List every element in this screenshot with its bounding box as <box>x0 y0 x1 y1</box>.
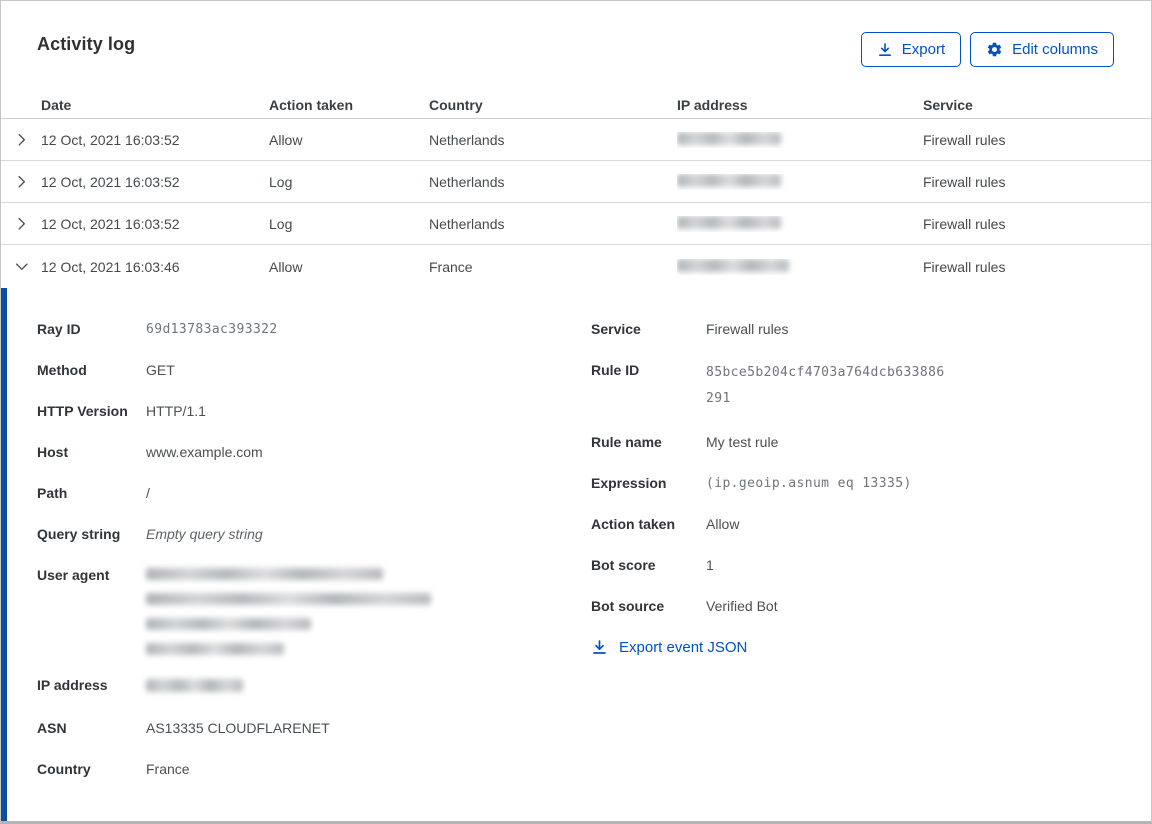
table-row-expanded[interactable]: 12 Oct, 2021 16:03:46 Allow France Firew… <box>1 245 1151 288</box>
detail-right-column: Service Firewall rules Rule ID 85bce5b20… <box>591 319 1061 656</box>
table-header: Date Action taken Country IP address Ser… <box>1 91 1151 119</box>
row-action-taken: Allow <box>269 259 429 275</box>
redacted-ip-address <box>677 132 781 145</box>
row-country: Netherlands <box>429 174 677 190</box>
detail-field-service: Service Firewall rules <box>591 319 1061 340</box>
page-title: Activity log <box>37 34 135 55</box>
row-country: Netherlands <box>429 216 677 232</box>
redacted-user-agent <box>146 565 431 655</box>
row-action-taken: Log <box>269 174 429 190</box>
row-country: Netherlands <box>429 132 677 148</box>
row-date: 12 Oct, 2021 16:03:52 <box>41 174 269 190</box>
row-service: Firewall rules <box>923 216 1151 232</box>
chevron-down-icon[interactable] <box>11 257 31 277</box>
row-action-taken: Allow <box>269 132 429 148</box>
detail-field-rule-name: Rule name My test rule <box>591 432 1061 453</box>
row-service: Firewall rules <box>923 132 1151 148</box>
row-service: Firewall rules <box>923 174 1151 190</box>
row-action-taken: Log <box>269 216 429 232</box>
export-button-label: Export <box>902 41 945 58</box>
row-country: France <box>429 259 677 275</box>
detail-field-ip-address: IP address <box>37 675 1115 698</box>
detail-field-country: Country France <box>37 759 1115 780</box>
table-row[interactable]: 12 Oct, 2021 16:03:52 Log Netherlands Fi… <box>1 161 1151 203</box>
redacted-ip-address <box>146 679 243 692</box>
redacted-ip-address <box>677 216 781 229</box>
detail-field-bot-score: Bot score 1 <box>591 555 1061 576</box>
table-row[interactable]: 12 Oct, 2021 16:03:52 Log Netherlands Fi… <box>1 203 1151 245</box>
row-date: 12 Oct, 2021 16:03:52 <box>41 132 269 148</box>
export-event-json-label: Export event JSON <box>619 639 747 656</box>
chevron-right-icon[interactable] <box>11 130 31 150</box>
row-date: 12 Oct, 2021 16:03:52 <box>41 216 269 232</box>
redacted-ip-address <box>677 174 781 187</box>
detail-field-rule-id: Rule ID 85bce5b204cf4703a764dcb633886291 <box>591 360 1061 412</box>
table-row[interactable]: 12 Oct, 2021 16:03:52 Allow Netherlands … <box>1 119 1151 161</box>
export-event-json-link[interactable]: Export event JSON <box>591 639 1061 656</box>
gear-icon <box>986 41 1003 58</box>
row-date: 12 Oct, 2021 16:03:46 <box>41 259 269 275</box>
row-service: Firewall rules <box>923 259 1151 275</box>
export-button[interactable]: Export <box>861 32 961 67</box>
detail-field-action-taken: Action taken Allow <box>591 514 1061 535</box>
event-detail-panel: Ray ID 69d13783ac393322 Method GET HTTP … <box>1 288 1151 821</box>
download-icon <box>591 639 608 656</box>
chevron-right-icon[interactable] <box>11 214 31 234</box>
detail-field-bot-source: Bot source Verified Bot <box>591 596 1061 617</box>
column-header-ip-address: IP address <box>677 97 923 113</box>
column-header-action-taken: Action taken <box>269 97 429 113</box>
detail-field-expression: Expression (ip.geoip.asnum eq 13335) <box>591 473 1061 494</box>
redacted-ip-address <box>677 259 789 272</box>
chevron-right-icon[interactable] <box>11 172 31 192</box>
column-header-country: Country <box>429 97 677 113</box>
edit-columns-button-label: Edit columns <box>1012 41 1098 58</box>
column-header-date: Date <box>41 97 269 113</box>
download-icon <box>877 42 893 58</box>
detail-field-asn: ASN AS13335 CLOUDFLARENET <box>37 718 1115 739</box>
column-header-service: Service <box>923 97 1151 113</box>
activity-log-panel: Activity log Export Edit columns Date Ac… <box>0 0 1152 824</box>
edit-columns-button[interactable]: Edit columns <box>970 32 1114 67</box>
topbar: Activity log Export Edit columns <box>1 1 1151 91</box>
toolbar: Export Edit columns <box>861 32 1114 67</box>
